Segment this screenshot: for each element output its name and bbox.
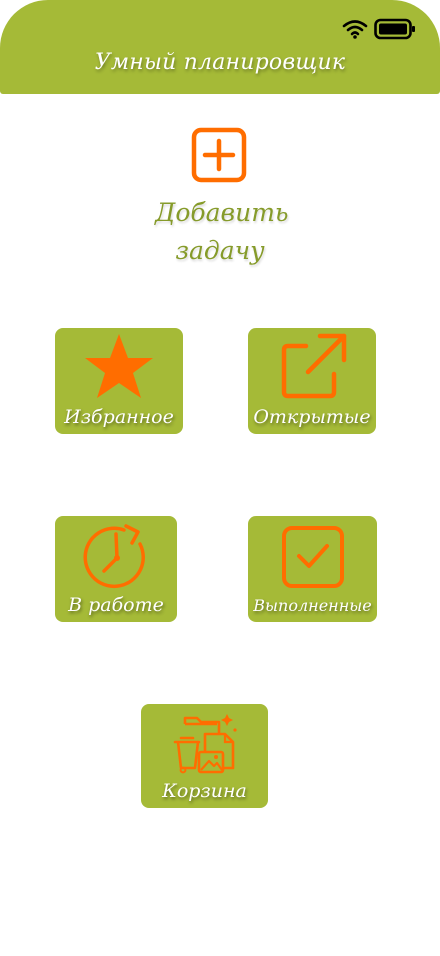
plus-square-icon	[191, 127, 247, 183]
app-title: Умный планировщик	[94, 50, 346, 75]
app-header: Умный планировщик	[0, 0, 440, 94]
tile-trash[interactable]: Корзина	[141, 704, 268, 808]
star-icon	[85, 334, 153, 398]
tile-trash-label: Корзина	[162, 780, 247, 802]
tile-open-label: Открытые	[253, 406, 371, 428]
clock-refresh-icon	[83, 524, 145, 589]
tile-in-progress[interactable]: В работе	[55, 516, 177, 622]
tile-completed[interactable]: Выполненные	[248, 516, 377, 622]
tile-open[interactable]: Открытые	[248, 328, 376, 434]
tile-completed-label: Выполненные	[253, 596, 372, 615]
tile-in-progress-label: В работе	[68, 594, 164, 616]
tile-favorites[interactable]: Избранное	[55, 328, 183, 434]
check-square-icon	[281, 526, 344, 588]
add-task-label: Добавить задачу	[155, 198, 289, 265]
wifi-icon	[342, 20, 368, 39]
status-bar	[342, 18, 416, 40]
add-task-button[interactable]: Добавить задачу	[130, 126, 310, 276]
tile-favorites-label: Избранное	[64, 406, 174, 428]
battery-icon	[374, 18, 415, 40]
external-link-icon	[281, 333, 347, 399]
trash-files-icon	[173, 714, 237, 774]
